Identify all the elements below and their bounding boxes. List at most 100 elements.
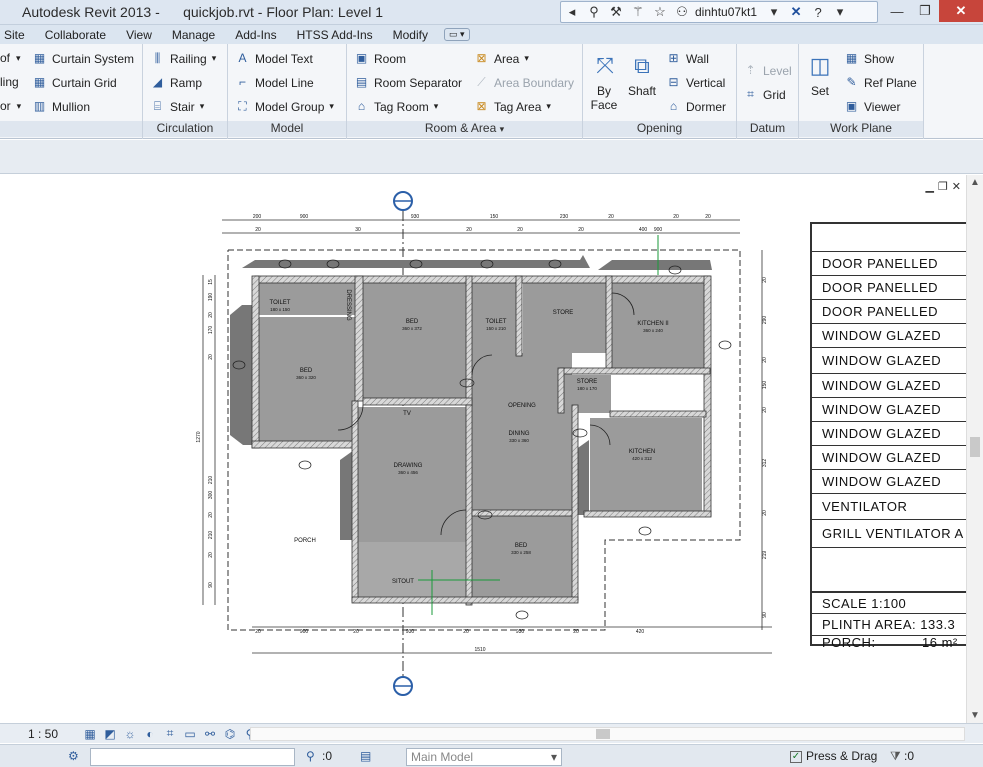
crop-view-icon[interactable]: ⌗ xyxy=(160,726,180,741)
room-separator-button[interactable]: ▤ Room Separator xyxy=(353,75,462,90)
wall-opening-button[interactable]: ⊞ Wall xyxy=(665,51,708,66)
viewer-button[interactable]: ▣ Viewer xyxy=(843,99,901,114)
tag-room-button[interactable]: ⌂ Tag Room ▾ xyxy=(353,99,438,114)
tab-site[interactable]: Site xyxy=(0,28,35,42)
area-boundary-label: Area Boundary xyxy=(494,75,575,90)
dormer-button[interactable]: ⌂ Dormer xyxy=(665,99,726,114)
model-line-button[interactable]: ⌐ Model Line xyxy=(234,75,314,90)
door-window-schedule[interactable]: DOOR PANELLED DOOR PANELLED DOOR PANELLED W… xyxy=(810,222,968,648)
stair-button[interactable]: ⌸ Stair ▾ xyxy=(149,99,204,114)
view-close-icon[interactable]: ✕ xyxy=(952,180,961,193)
sun-path-icon[interactable]: ☼ xyxy=(120,727,140,741)
schedule-row: DOOR PANELLED xyxy=(812,276,968,300)
room-name-label: BED xyxy=(300,368,313,374)
tag-area-button[interactable]: ⊠ Tag Area ▾ xyxy=(473,99,550,114)
exchange-x-icon[interactable]: ✕ xyxy=(785,2,807,22)
shaft-button[interactable]: ⧉ Shaft xyxy=(625,50,659,98)
tab-view[interactable]: View xyxy=(116,28,162,42)
floor-button[interactable]: or ▾ xyxy=(0,99,21,113)
wrench-icon[interactable]: ⚒ xyxy=(605,2,627,22)
model-text-button[interactable]: A Model Text xyxy=(234,51,312,66)
by-face-button[interactable]: ⤧ By Face xyxy=(589,50,619,112)
railing-button[interactable]: ⫼ Railing ▾ xyxy=(149,51,216,66)
show-work-plane-button[interactable]: ▦ Show xyxy=(843,51,894,66)
vertical-opening-button[interactable]: ⊟ Vertical xyxy=(665,75,725,90)
set-work-plane-icon: ◫ xyxy=(809,53,831,78)
tab-modify[interactable]: Modify xyxy=(383,28,438,42)
design-option-dropdown[interactable]: Main Model ▾ xyxy=(406,748,562,766)
vertical-scrollbar[interactable]: ▲ ▼ xyxy=(966,175,983,723)
filter-icon[interactable]: ⧩ xyxy=(890,749,901,764)
satellite-icon[interactable]: ⚚ xyxy=(627,2,649,22)
grid-button[interactable]: ⌗ Grid xyxy=(742,87,786,102)
model-group-button[interactable]: ⛶ Model Group ▾ xyxy=(234,99,334,114)
scroll-up-icon[interactable]: ▲ xyxy=(970,177,980,188)
ramp-button[interactable]: ◢ Ramp xyxy=(149,75,202,90)
help-dropdown-icon[interactable]: ▾ xyxy=(829,2,851,22)
worksets-icon[interactable]: ⚙ xyxy=(68,749,79,763)
show-crop-region-icon[interactable]: ▭ xyxy=(180,727,200,741)
dimension-label: 290 xyxy=(762,316,768,325)
visual-style-icon[interactable]: ◩ xyxy=(100,727,120,741)
dimension-label: 20 xyxy=(762,357,768,363)
room-area-panel-title[interactable]: Room & Area ▾ xyxy=(347,121,582,137)
dimension-label: 30 xyxy=(355,227,361,233)
section-marker-bottom[interactable] xyxy=(393,676,413,696)
favorites-star-icon[interactable]: ☆ xyxy=(649,2,671,22)
view-minimize-icon[interactable]: ▁ xyxy=(925,180,933,193)
room-name-label: STORE xyxy=(553,310,574,316)
stair-label: Stair xyxy=(170,99,195,114)
room-button[interactable]: ▣ Room xyxy=(353,51,406,66)
design-options-icon[interactable]: ▤ xyxy=(360,749,371,763)
room-label: Room xyxy=(374,51,407,66)
help-icon[interactable]: ? xyxy=(807,2,829,22)
tab-add-ins[interactable]: Add-Ins xyxy=(225,28,286,42)
set-work-plane-button[interactable]: ◫ Set xyxy=(803,50,837,98)
temporary-hide-icon[interactable]: ⚯ xyxy=(200,727,220,741)
binoculars-icon[interactable]: ⚲ xyxy=(583,2,605,22)
reveal-hidden-icon[interactable]: ⌬ xyxy=(220,727,240,741)
detail-level-icon[interactable]: ▦ xyxy=(80,727,100,741)
press-drag-checkbox[interactable]: ✓ xyxy=(790,751,802,763)
floor-plan-view[interactable]: ▁ ❐ ✕ TOILET 180 x 150 BED 360 x 320 BED… xyxy=(0,175,983,723)
status-bar: ⚙ ⚲ :0 ▤ Main Model ▾ ✓ Press & Drag ⧩ :0 xyxy=(0,744,983,767)
tab-manage[interactable]: Manage xyxy=(162,28,225,42)
username[interactable]: dinhtu07kt1 xyxy=(695,5,757,19)
view-restore-icon[interactable]: ❐ xyxy=(938,180,948,193)
level-button[interactable]: ⇡ Level xyxy=(742,63,791,78)
porch-area-note: PORCH: 16 m² xyxy=(812,636,968,648)
minimize-icon[interactable]: — xyxy=(883,0,911,22)
curtain-grid-button[interactable]: ▦ Curtain Grid xyxy=(31,75,117,90)
ceiling-button[interactable]: ling xyxy=(0,75,19,89)
tab-collaborate[interactable]: Collaborate xyxy=(35,28,116,42)
ribbon-minimize-toggle[interactable]: ▭ ▾ xyxy=(443,28,470,41)
restore-icon[interactable]: ❐ xyxy=(911,0,939,22)
area-boundary-button[interactable]: ⟋ Area Boundary xyxy=(473,75,574,90)
horizontal-scroll-thumb[interactable] xyxy=(596,729,610,739)
tab-htss-add-ins[interactable]: HTSS Add-Ins xyxy=(287,28,383,42)
user-dropdown-icon[interactable]: ▾ xyxy=(763,2,785,22)
dimension-label: 150 xyxy=(762,381,768,390)
editable-only-icon[interactable]: ⚲ xyxy=(306,749,315,763)
view-scale[interactable]: 1 : 50 xyxy=(28,727,80,741)
workset-dropdown[interactable] xyxy=(90,748,295,766)
area-button[interactable]: ⊠ Area ▾ xyxy=(473,51,528,66)
curtain-system-button[interactable]: ▦ Curtain System xyxy=(31,51,134,66)
stair-icon: ⌸ xyxy=(153,99,162,113)
roof-button[interactable]: of ▾ xyxy=(0,51,21,65)
area-icon: ⊠ xyxy=(476,51,487,65)
railing-label: Railing xyxy=(170,51,207,66)
floor-plan-drawing[interactable]: TOILET180 x 150BED360 x 320BED360 x 372T… xyxy=(0,175,800,723)
mullion-button[interactable]: ▥ Mullion xyxy=(31,99,90,114)
scroll-down-icon[interactable]: ▼ xyxy=(970,710,980,721)
model-line-icon: ⌐ xyxy=(238,75,246,89)
dimension-label: 90 xyxy=(208,582,214,588)
close-icon[interactable]: ✕ xyxy=(939,0,983,22)
horizontal-scrollbar[interactable] xyxy=(250,727,965,741)
shadows-icon[interactable]: ◐ xyxy=(140,727,160,741)
ref-plane-button[interactable]: ✎ Ref Plane xyxy=(843,75,916,90)
panel-expand-icon: ▾ xyxy=(499,124,505,134)
room-size-label: 360 x 240 xyxy=(643,328,663,333)
vertical-scroll-thumb[interactable] xyxy=(970,437,980,457)
scroll-left-icon[interactable]: ◂ xyxy=(561,2,583,22)
